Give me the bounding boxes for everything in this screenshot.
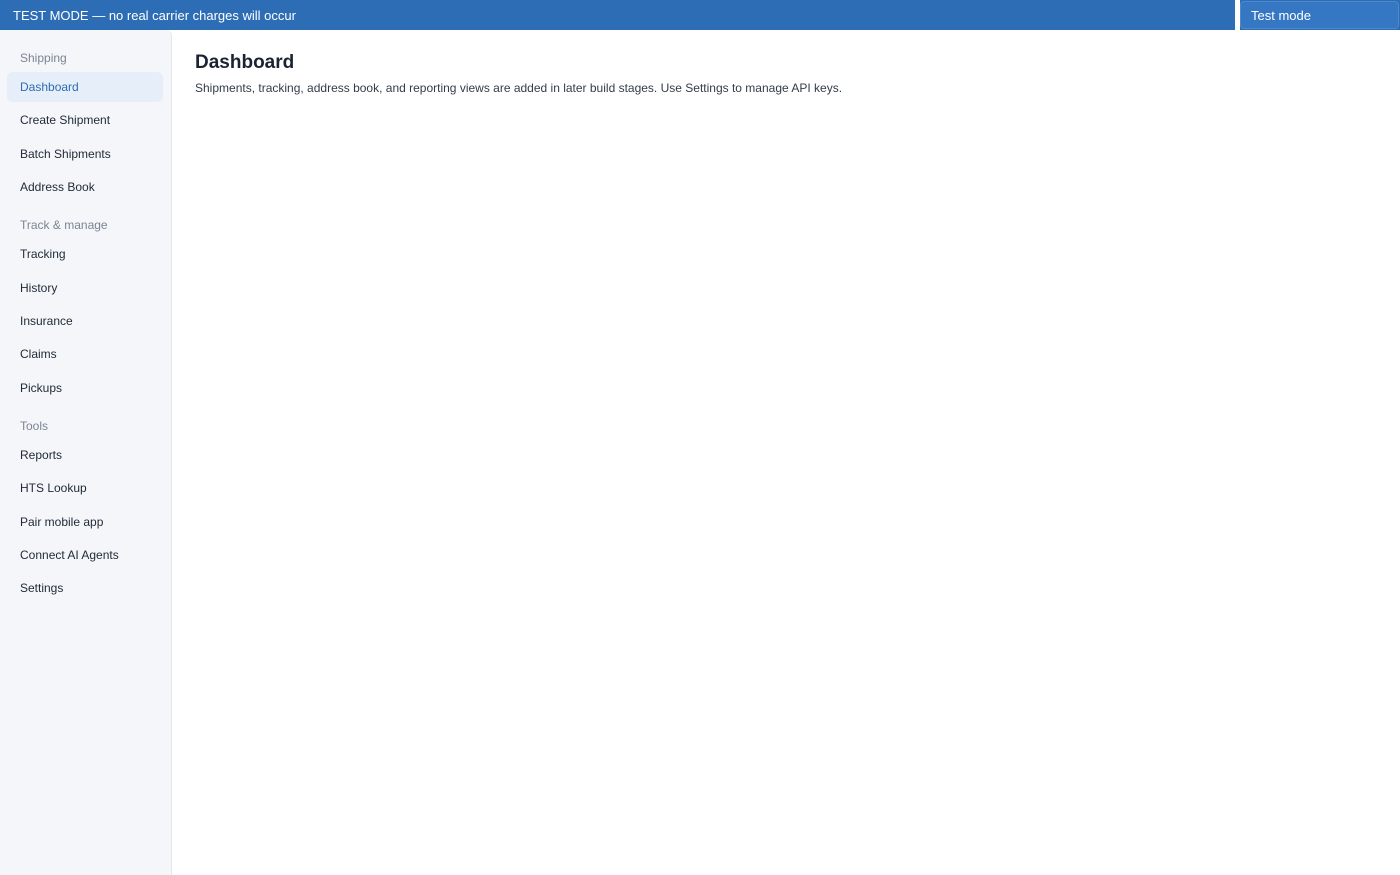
app-window: TEST MODE — no real carrier charges will… <box>0 0 1400 875</box>
sidebar-item-insurance[interactable]: Insurance <box>7 306 163 336</box>
sidebar-item-dashboard[interactable]: Dashboard <box>7 72 163 102</box>
sidebar-item-address-book[interactable]: Address Book <box>7 172 163 202</box>
sidebar-item-claims[interactable]: Claims <box>7 339 163 369</box>
sidebar-section-shipping: Shipping <box>20 51 67 65</box>
page-title: Dashboard <box>195 52 295 73</box>
banner-text: TEST MODE — no real carrier charges will… <box>13 7 296 23</box>
sidebar-item-pickups[interactable]: Pickups <box>7 373 163 403</box>
sidebar-item-hts-lookup[interactable]: HTS Lookup <box>7 473 163 503</box>
sidebar-item-settings[interactable]: Settings <box>7 573 163 603</box>
sidebar-section-tools: Tools <box>20 418 49 433</box>
sidebar-item-tracking[interactable]: Tracking <box>7 239 163 269</box>
sidebar-item-batch-shipments[interactable]: Batch Shipments <box>7 139 163 169</box>
sidebar-section-track-manage: Track & manage <box>20 218 108 233</box>
sidebar: Shipping Dashboard Create Shipment Batch… <box>0 30 172 875</box>
main-content: Dashboard Shipments, tracking, address b… <box>195 50 1380 96</box>
sidebar-item-history[interactable]: History <box>7 273 163 303</box>
sidebar-item-reports[interactable]: Reports <box>7 440 163 470</box>
test-mode-button[interactable]: Test mode <box>1240 1 1399 29</box>
test-mode-banner: TEST MODE — no real carrier charges will… <box>0 0 1400 30</box>
sidebar-item-create-shipment[interactable]: Create Shipment <box>7 105 163 135</box>
sidebar-item-pair-mobile-app[interactable]: Pair mobile app <box>7 507 163 537</box>
page-description: Shipments, tracking, address book, and r… <box>195 81 843 95</box>
sidebar-item-connect-ai-agents[interactable]: Connect AI Agents <box>7 540 163 570</box>
